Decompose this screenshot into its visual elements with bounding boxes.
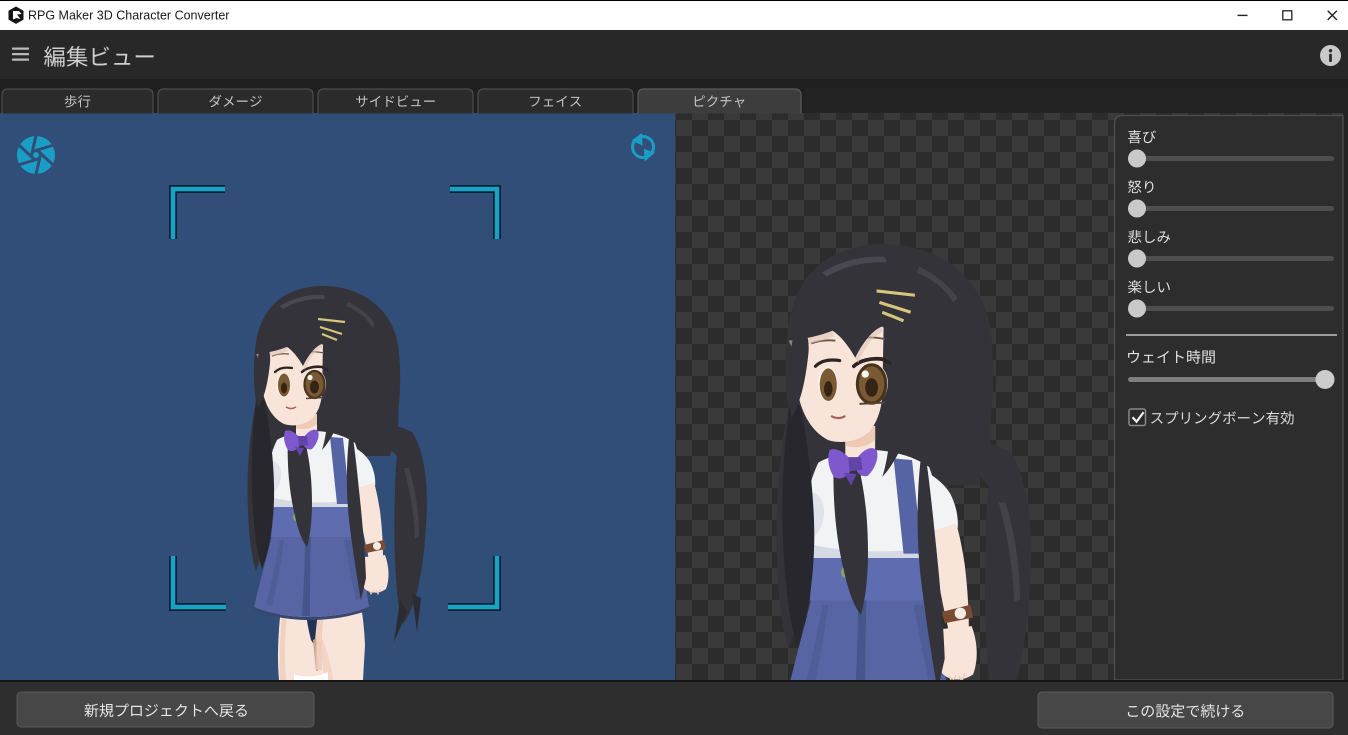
svg-text:RPG Maker 3D Character Convert: RPG Maker 3D Character Converter [28, 9, 229, 23]
